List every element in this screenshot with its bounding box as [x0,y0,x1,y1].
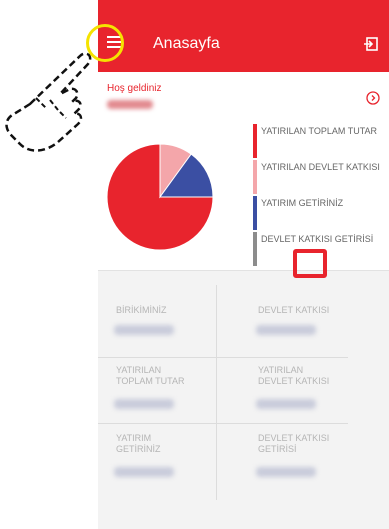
value-redacted [256,399,316,409]
legend-label: YATIRILAN DEVLET KATKISI [261,162,380,172]
legend-label: DEVLET KATKISI GETİRİSİ [261,234,374,244]
portfolio-card: Hoş geldiniz YATIRILAN TOPLAM TUTAR YATI… [98,72,389,271]
chart-legend: YATIRILAN TOPLAM TUTAR YATIRILAN DEVLET … [253,124,389,268]
value-redacted [114,399,174,409]
cell-label: DEVLET KATKISI GETİRİSİ [258,433,330,454]
user-name-redacted [107,100,153,109]
cell-label: YATIRILAN DEVLET KATKISI [258,365,330,386]
value-redacted [114,325,174,335]
legend-swatch-blue [253,196,257,230]
cell-label: YATIRIM GETİRİNİZ [116,433,161,454]
pie-chart [106,143,214,251]
summary-cell-birikiminiz: BİRİKİMİNİZ [98,293,213,353]
grid-divider-vertical [216,285,217,500]
legend-item: YATIRIM GETİRİNİZ [253,196,389,230]
legend-label: YATIRILAN TOPLAM TUTAR [261,126,378,136]
summary-cell-yatirilan-devlet: YATIRILAN DEVLET KATKISI [240,365,355,425]
value-redacted [256,467,316,477]
legend-swatch-red [253,124,257,158]
legend-item: YATIRILAN DEVLET KATKISI [253,160,389,194]
pointing-hand-icon [5,52,92,152]
welcome-text: Hoş geldiniz [107,83,162,94]
cell-label: BİRİKİMİNİZ [116,305,167,315]
summary-cell-yatirilan-toplam: YATIRILAN TOPLAM TUTAR [98,365,213,425]
legend-swatch-gray [253,232,257,266]
chevron-right-circle-icon[interactable] [366,91,380,105]
value-redacted [114,467,174,477]
value-redacted [256,325,316,335]
cell-label: DEVLET KATKISI [258,305,330,315]
highlight-box [293,249,327,278]
cell-label: YATIRILAN TOPLAM TUTAR [116,365,185,386]
summary-cell-devlet-getiri: DEVLET KATKISI GETİRİSİ [240,433,355,493]
legend-label: YATIRIM GETİRİNİZ [261,198,344,208]
summary-cell-yatirim-getiri: YATIRIM GETİRİNİZ [98,433,213,493]
legend-swatch-pink [253,160,257,194]
logout-icon[interactable] [363,36,379,52]
app-bar: Anasayfa [98,0,389,72]
page-title: Anasayfa [153,35,220,52]
phone-screen: Anasayfa Hoş geldiniz YATIRILAN TOPLAM T… [98,0,389,529]
grid-divider [98,357,348,358]
summary-cell-devlet-katkisi: DEVLET KATKISI [240,293,355,353]
legend-item: YATIRILAN TOPLAM TUTAR [253,124,389,158]
